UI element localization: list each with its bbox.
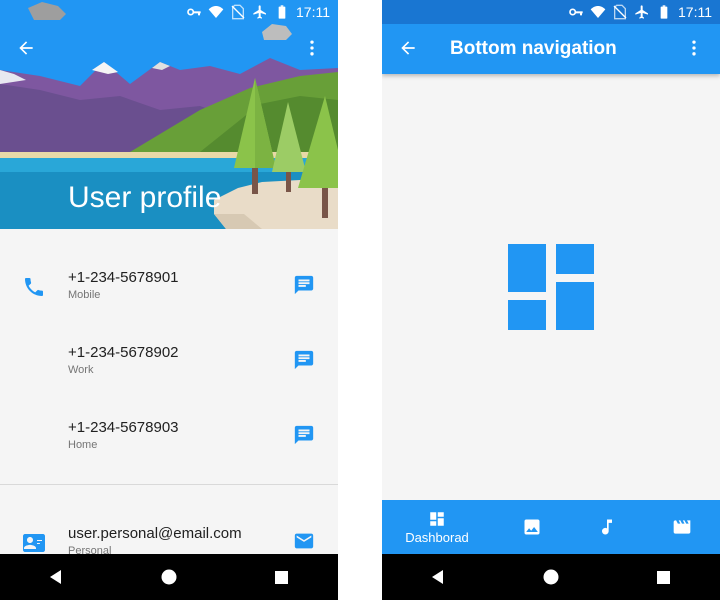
wifi-icon: [208, 6, 224, 18]
phone-number: +1-234-5678902: [68, 344, 179, 361]
user-profile-screen: User profile 17:11 +1-234-5678901 Mobile…: [0, 0, 338, 600]
message-button[interactable]: [290, 271, 318, 299]
email-icon: [294, 533, 314, 549]
system-home-button[interactable]: [149, 557, 189, 597]
more-options-button[interactable]: [674, 28, 714, 68]
message-icon: [294, 275, 314, 295]
system-nav-bar: [382, 554, 720, 600]
content-area: [382, 74, 720, 500]
message-button[interactable]: [290, 346, 318, 374]
dashboard-icon: [508, 244, 594, 330]
status-bar: 17:11: [382, 0, 720, 24]
contact-list: +1-234-5678901 Mobile +1-234-5678902 Wor…: [0, 229, 338, 557]
more-options-button[interactable]: [292, 28, 332, 68]
phone-type-label: Mobile: [68, 289, 101, 301]
airplane-icon: [635, 5, 648, 19]
vpn-key-icon: [187, 8, 201, 16]
back-triangle-icon: [50, 570, 62, 584]
message-button[interactable]: [290, 421, 318, 449]
movie-icon: [673, 520, 691, 534]
battery-icon: [278, 5, 286, 19]
status-time: 17:11: [678, 4, 712, 20]
battery-icon: [660, 5, 668, 19]
message-icon: [294, 425, 314, 445]
back-button[interactable]: [388, 28, 428, 68]
phone-icon: [25, 278, 43, 296]
recents-square-icon: [657, 570, 671, 584]
system-home-button[interactable]: [531, 557, 571, 597]
bottom-nav-label: Dashborad: [405, 530, 469, 545]
music-note-icon: [602, 519, 612, 535]
phone-number: +1-234-5678903: [68, 419, 179, 436]
home-circle-icon: [543, 569, 559, 585]
more-vert-icon: [692, 40, 696, 56]
phone-type-label: Home: [68, 439, 98, 451]
system-back-button[interactable]: [36, 557, 76, 597]
recents-square-icon: [275, 570, 289, 584]
bottom-nav-music[interactable]: [572, 500, 642, 554]
back-triangle-icon: [432, 570, 444, 584]
home-circle-icon: [161, 569, 177, 585]
send-email-button[interactable]: [290, 527, 318, 555]
no-sim-icon: [613, 4, 627, 20]
email-address: user.personal@email.com: [68, 525, 242, 542]
airplane-icon: [253, 5, 266, 19]
profile-header: User profile: [0, 0, 338, 229]
back-arrow-icon: [19, 41, 33, 55]
page-title: User profile: [68, 181, 222, 214]
back-button[interactable]: [6, 28, 46, 68]
more-vert-icon: [310, 40, 314, 56]
page-title: Bottom navigation: [450, 38, 617, 59]
system-nav-bar: [0, 554, 338, 600]
contact-row-work[interactable]: +1-234-5678902 Work: [0, 336, 338, 400]
system-recents-button[interactable]: [644, 557, 684, 597]
dashboard-icon: [430, 512, 444, 526]
bottom-navigation-screen: Bottom navigation 17:11 Dashborad: [382, 0, 720, 600]
bottom-nav-dashboard[interactable]: Dashborad: [402, 500, 472, 554]
contact-row-mobile[interactable]: +1-234-5678901 Mobile: [0, 261, 338, 325]
vpn-key-icon: [569, 8, 583, 16]
no-sim-icon: [231, 4, 245, 20]
back-arrow-icon: [401, 41, 415, 55]
phone-number: +1-234-5678901: [68, 269, 179, 286]
section-divider: [0, 484, 338, 485]
system-recents-button[interactable]: [262, 557, 302, 597]
status-time: 17:11: [296, 4, 330, 20]
contact-row-home[interactable]: +1-234-5678903 Home: [0, 411, 338, 475]
phone-type-label: Work: [68, 364, 94, 376]
contact-card-icon: [23, 534, 45, 552]
status-bar: 17:11: [0, 0, 338, 24]
message-icon: [294, 350, 314, 370]
bottom-navigation-bar: Dashborad: [382, 500, 720, 554]
system-back-button[interactable]: [418, 557, 458, 597]
image-icon: [524, 519, 540, 535]
wifi-icon: [590, 6, 606, 18]
bottom-nav-movies[interactable]: [647, 500, 717, 554]
bottom-nav-images[interactable]: [497, 500, 567, 554]
